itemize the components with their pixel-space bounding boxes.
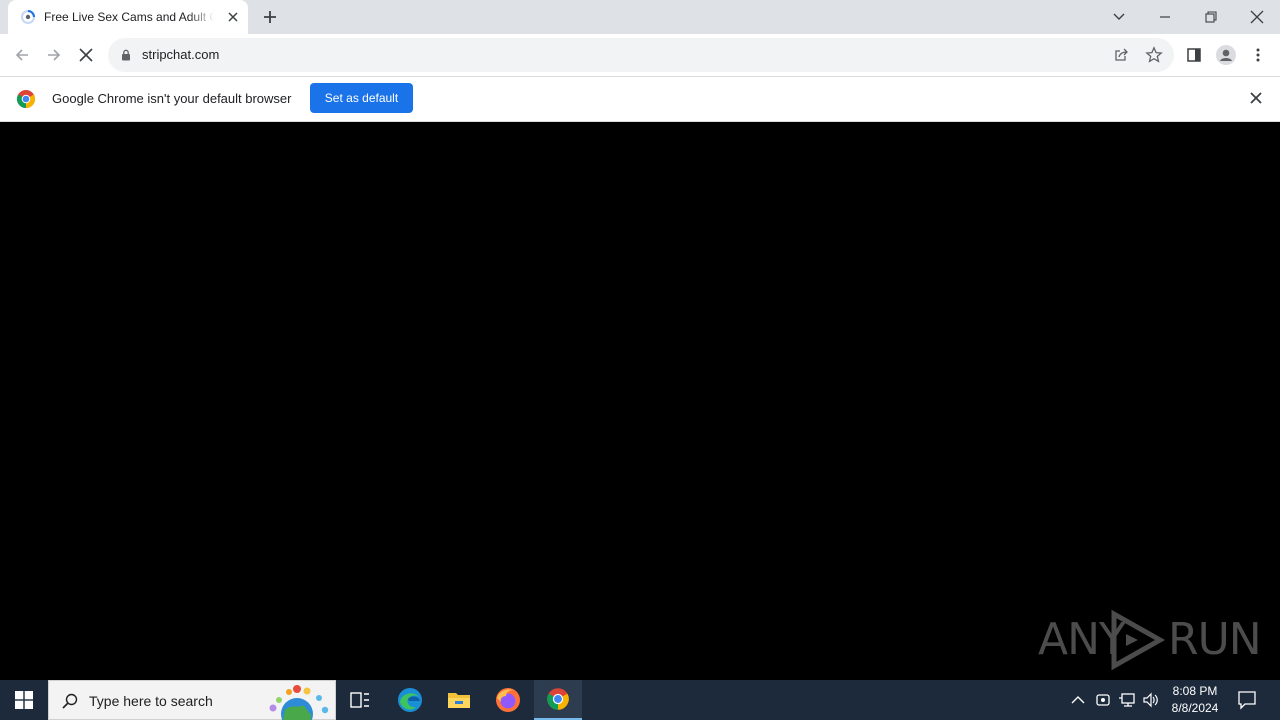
side-panel-icon[interactable] [1183, 44, 1205, 66]
search-icon [62, 693, 78, 709]
tab-strip: Free Live Sex Cams and Adult Chat [0, 0, 1280, 34]
profile-avatar-icon[interactable] [1215, 44, 1237, 66]
clock-date: 8/8/2024 [1171, 701, 1219, 715]
start-button[interactable] [0, 680, 48, 720]
notifications-icon[interactable] [1236, 690, 1258, 710]
share-icon[interactable] [1113, 47, 1129, 63]
close-icon[interactable] [1245, 5, 1269, 29]
taskbar-app-file-explorer[interactable] [435, 680, 483, 720]
chrome-icon [547, 688, 569, 710]
network-icon[interactable] [1118, 691, 1136, 709]
taskbar-app-chrome[interactable] [534, 680, 582, 720]
taskbar-app-firefox[interactable] [484, 680, 532, 720]
windows-logo-icon [15, 691, 33, 709]
url-text[interactable]: stripchat.com [142, 47, 219, 62]
anyrun-watermark-logo: ANY RUN [1038, 608, 1262, 672]
taskbar-app-edge[interactable] [386, 680, 434, 720]
minimize-icon[interactable] [1153, 5, 1177, 29]
taskbar-search-box[interactable]: Type here to search [48, 680, 336, 720]
tab-search-icon[interactable] [1107, 5, 1131, 29]
play-triangle-icon [1111, 610, 1166, 670]
bookmark-star-icon[interactable] [1145, 46, 1163, 64]
tab-title: Free Live Sex Cams and Adult Chat [44, 10, 214, 24]
task-view-icon [350, 692, 369, 708]
forward-icon[interactable] [43, 44, 65, 66]
firefox-icon [496, 688, 520, 712]
file-explorer-icon [448, 693, 470, 708]
infobar-message: Google Chrome isn't your default browser [52, 91, 292, 106]
address-bar[interactable]: stripchat.com [108, 38, 1174, 72]
restore-icon[interactable] [1199, 5, 1223, 29]
page-content[interactable] [0, 122, 1280, 680]
task-view-button[interactable] [336, 680, 384, 720]
set-as-default-button[interactable]: Set as default [310, 83, 413, 113]
windows-taskbar: Type here to search 8:08 PM 8/8/2024 [0, 680, 1280, 720]
default-browser-infobar: Google Chrome isn't your default browser… [0, 77, 1280, 122]
back-icon[interactable] [11, 44, 33, 66]
search-placeholder[interactable]: Type here to search [89, 693, 213, 709]
volume-icon[interactable] [1142, 691, 1160, 709]
stop-loading-icon[interactable] [75, 44, 97, 66]
search-highlight-globe-icon [269, 685, 329, 720]
loading-spinner-icon [21, 10, 35, 24]
taskbar-clock[interactable]: 8:08 PM 8/8/2024 [1166, 683, 1224, 717]
edge-icon [398, 688, 422, 712]
tab-close-icon[interactable] [225, 9, 241, 25]
watermark-text-right: RUN [1168, 614, 1262, 665]
tab-active[interactable]: Free Live Sex Cams and Adult Chat [8, 0, 248, 34]
show-hidden-icons-chevron-icon[interactable] [1069, 691, 1087, 709]
more-menu-icon[interactable] [1247, 44, 1269, 66]
clock-time: 8:08 PM [1172, 684, 1218, 698]
browser-toolbar: stripchat.com [0, 34, 1280, 77]
new-tab-icon[interactable] [260, 7, 280, 27]
lock-icon[interactable] [120, 49, 132, 61]
chrome-logo-icon [16, 90, 36, 108]
meet-now-icon[interactable] [1094, 691, 1112, 709]
infobar-close-icon[interactable] [1248, 90, 1264, 106]
